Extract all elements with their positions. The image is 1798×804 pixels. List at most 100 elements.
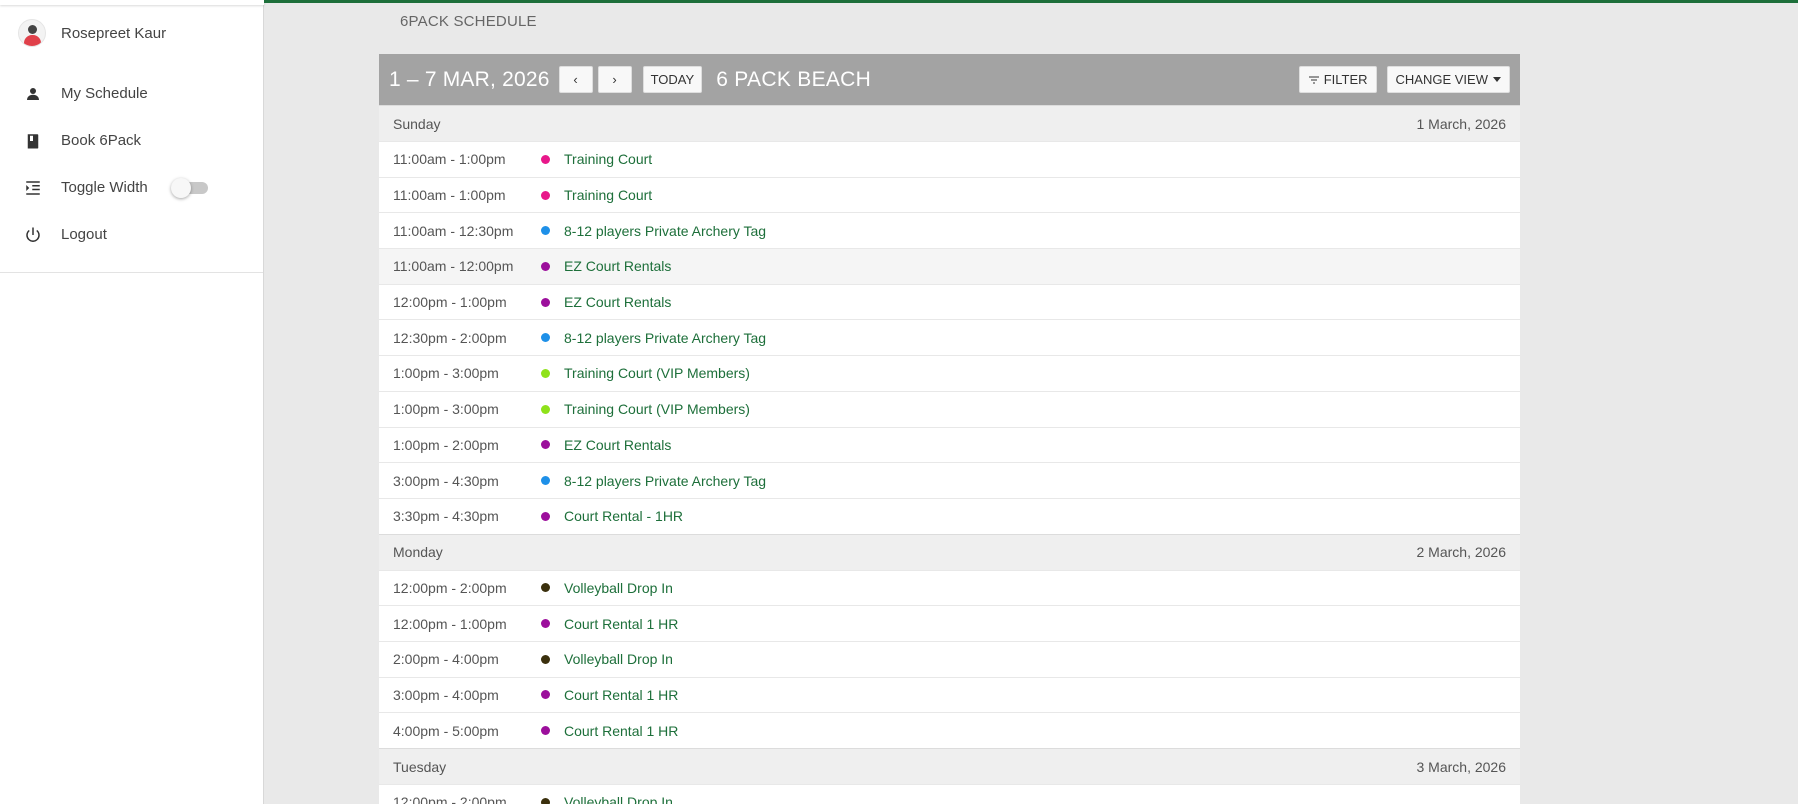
filter-label: FILTER	[1323, 72, 1368, 87]
next-week-button[interactable]: ›	[597, 66, 632, 93]
day-name: Sunday	[393, 115, 441, 132]
event-time: 12:00pm - 1:00pm	[393, 294, 507, 311]
date-range: 1 – 7 MAR, 2026	[389, 67, 550, 91]
event-title-link[interactable]: Court Rental - 1HR	[564, 508, 683, 524]
event-row[interactable]: 2:00pm - 4:00pm Volleyball Drop In	[379, 640, 1520, 677]
filter-button[interactable]: FILTER	[1298, 66, 1377, 93]
event-row[interactable]: 1:00pm - 3:00pm Training Court (VIP Membe…	[379, 355, 1520, 391]
event-time: 12:00pm - 2:00pm	[393, 579, 507, 596]
event-time: 11:00am - 12:30pm	[393, 222, 514, 239]
event-color-dot	[541, 404, 550, 414]
power-icon	[24, 226, 42, 244]
event-color-dot	[541, 333, 550, 343]
day-date: 2 March, 2026	[1416, 544, 1507, 561]
event-time: 4:00pm - 5:00pm	[393, 722, 499, 739]
event-color-dot	[541, 297, 550, 307]
indent-icon	[24, 179, 42, 197]
day-name: Monday	[393, 544, 443, 561]
event-time: 3:30pm - 4:30pm	[393, 508, 499, 525]
event-title-link[interactable]: Volleyball Drop In	[564, 580, 673, 596]
day-header: Tuesday 3 March, 2026	[379, 748, 1520, 784]
event-title-link[interactable]: Court Rental 1 HR	[564, 687, 678, 703]
event-time: 11:00am - 1:00pm	[393, 187, 506, 204]
user-profile[interactable]: Rosepreet Kaur	[18, 18, 166, 48]
event-title-link[interactable]: Volleyball Drop In	[564, 794, 673, 804]
toggle-width-switch[interactable]	[170, 177, 208, 198]
event-color-dot	[541, 440, 550, 450]
event-color-dot	[541, 797, 550, 804]
filter-icon	[1308, 76, 1319, 83]
event-color-dot	[541, 261, 550, 271]
event-title-link[interactable]: Training Court	[564, 151, 652, 167]
sidebar-item-my-schedule[interactable]: My Schedule	[0, 70, 263, 117]
event-color-dot	[541, 690, 550, 700]
event-row[interactable]: 3:00pm - 4:30pm 8-12 players Private Arch…	[379, 462, 1520, 498]
person-icon	[24, 85, 42, 103]
avatar	[18, 19, 46, 47]
today-button[interactable]: TODAY	[642, 66, 703, 93]
sidebar-item-toggle-width[interactable]: Toggle Width	[0, 164, 263, 211]
user-name: Rosepreet Kaur	[61, 24, 167, 42]
prev-week-button[interactable]: ‹	[558, 66, 593, 93]
sidebar-menu: My Schedule Book 6Pack Toggle Width Logo…	[0, 70, 263, 273]
day-date: 1 March, 2026	[1416, 115, 1507, 132]
event-title-link[interactable]: Court Rental 1 HR	[564, 723, 678, 739]
event-time: 12:00pm - 1:00pm	[393, 615, 507, 632]
event-color-dot	[541, 154, 550, 164]
event-color-dot	[541, 190, 550, 200]
event-row[interactable]: 1:00pm - 2:00pm EZ Court Rentals	[379, 426, 1520, 463]
event-color-dot	[541, 654, 550, 664]
day-name: Tuesday	[393, 758, 447, 775]
event-time: 1:00pm - 2:00pm	[393, 436, 499, 453]
event-color-dot	[541, 226, 550, 236]
day-header: Sunday 1 March, 2026	[379, 105, 1520, 141]
event-row[interactable]: 11:00am - 1:00pm Training Court	[379, 141, 1520, 177]
page-title: 6PACK SCHEDULE	[400, 13, 537, 30]
event-row[interactable]: 1:00pm - 3:00pm Training Court (VIP Membe…	[379, 390, 1520, 427]
sidebar-item-label: Book 6Pack	[61, 132, 142, 149]
event-row[interactable]: 3:30pm - 4:30pm Court Rental - 1HR	[379, 497, 1520, 534]
event-row[interactable]: 4:00pm - 5:00pm Court Rental 1 HR	[379, 712, 1520, 748]
change-view-button[interactable]: CHANGE VIEW	[1386, 66, 1510, 93]
event-title-link[interactable]: EZ Court Rentals	[564, 258, 671, 274]
event-time: 11:00am - 1:00pm	[393, 151, 506, 168]
event-title-link[interactable]: Volleyball Drop In	[564, 651, 673, 667]
schedule-toolbar: 1 – 7 MAR, 2026 ‹ › TODAY 6 PACK BEACH F…	[379, 54, 1520, 105]
sidebar-item-label: Logout	[61, 226, 107, 243]
event-time: 12:30pm - 2:00pm	[393, 329, 507, 346]
change-view-label: CHANGE VIEW	[1395, 72, 1488, 87]
event-time: 11:00am - 12:00pm	[393, 258, 514, 275]
event-color-dot	[541, 368, 550, 378]
sidebar-item-book-6pack[interactable]: Book 6Pack	[0, 117, 263, 164]
sidebar-item-logout[interactable]: Logout	[0, 211, 263, 258]
day-header: Monday 2 March, 2026	[379, 533, 1520, 570]
event-row[interactable]: 12:00pm - 1:00pm Court Rental 1 HR	[379, 605, 1520, 641]
schedule-list: Sunday 1 March, 2026 11:00am - 1:00pm Train…	[379, 105, 1520, 804]
event-title-link[interactable]: Court Rental 1 HR	[564, 616, 678, 632]
event-title-link[interactable]: EZ Court Rentals	[564, 437, 671, 453]
event-title-link[interactable]: 8-12 players Private Archery Tag	[564, 330, 766, 346]
event-row[interactable]: 11:00am - 12:30pm 8-12 players Private Ar…	[379, 212, 1520, 249]
top-accent-bar	[264, 0, 1798, 3]
event-title-link[interactable]: 8-12 players Private Archery Tag	[564, 473, 766, 489]
event-title-link[interactable]: 8-12 players Private Archery Tag	[564, 223, 766, 239]
event-time: 1:00pm - 3:00pm	[393, 365, 499, 382]
event-row[interactable]: 12:00pm - 1:00pm EZ Court Rentals	[379, 283, 1520, 320]
sidebar-item-label: My Schedule	[61, 85, 148, 102]
venue-name: 6 PACK BEACH	[716, 67, 872, 91]
event-title-link[interactable]: Training Court (VIP Members)	[564, 401, 750, 417]
event-row[interactable]: 12:30pm - 2:00pm 8-12 players Private Arc…	[379, 319, 1520, 356]
event-time: 2:00pm - 4:00pm	[393, 651, 499, 668]
event-color-dot	[541, 583, 550, 593]
event-title-link[interactable]: Training Court (VIP Members)	[564, 365, 750, 381]
event-row[interactable]: 12:00pm - 2:00pm Volleyball Drop In	[379, 784, 1520, 804]
event-title-link[interactable]: Training Court	[564, 187, 652, 203]
event-title-link[interactable]: EZ Court Rentals	[564, 294, 671, 310]
event-time: 3:00pm - 4:00pm	[393, 686, 499, 703]
event-row[interactable]: 11:00am - 12:00pm EZ Court Rentals	[379, 248, 1520, 284]
day-date: 3 March, 2026	[1416, 758, 1507, 775]
event-row[interactable]: 12:00pm - 2:00pm Volleyball Drop In	[379, 569, 1520, 606]
event-row[interactable]: 11:00am - 1:00pm Training Court	[379, 176, 1520, 213]
event-time: 12:00pm - 2:00pm	[393, 794, 507, 804]
event-row[interactable]: 3:00pm - 4:00pm Court Rental 1 HR	[379, 676, 1520, 713]
